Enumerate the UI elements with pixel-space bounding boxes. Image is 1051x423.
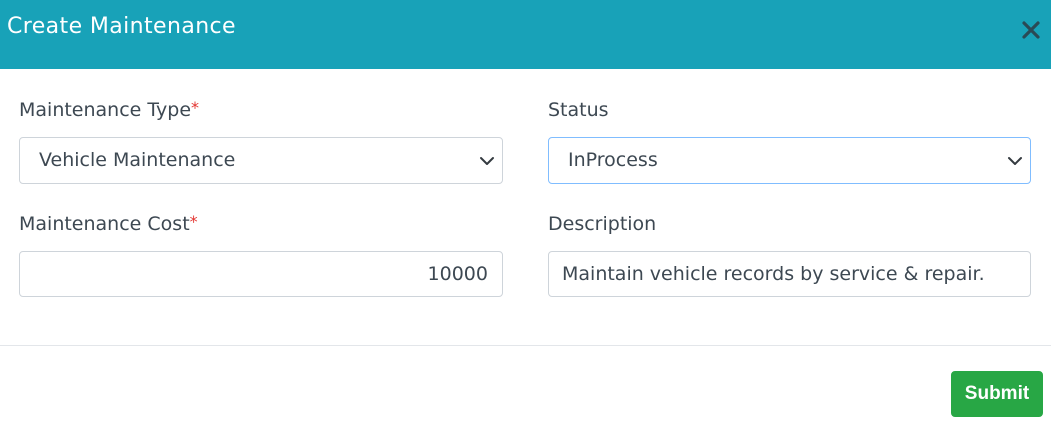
maintenance-type-select[interactable]: Vehicle Maintenance — [19, 137, 503, 184]
maintenance-cost-input[interactable]: 10000 — [19, 251, 503, 297]
close-icon — [1022, 21, 1040, 39]
maintenance-cost-value: 10000 — [427, 263, 488, 285]
modal-header: Create Maintenance — [0, 0, 1051, 69]
required-mark: * — [189, 212, 198, 231]
status-selected: InProcess — [568, 149, 658, 171]
close-button[interactable] — [1017, 16, 1045, 44]
status-select[interactable]: InProcess — [548, 137, 1031, 184]
footer-divider — [0, 345, 1051, 346]
maintenance-type-selected: Vehicle Maintenance — [39, 149, 236, 171]
submit-button[interactable]: Submit — [951, 371, 1043, 417]
required-mark: * — [191, 98, 200, 117]
description-value: Maintain vehicle records by service & re… — [562, 263, 985, 285]
maintenance-type-label-text: Maintenance Type — [19, 99, 192, 121]
modal-title: Create Maintenance — [7, 14, 236, 39]
maintenance-type-label: Maintenance Type* — [19, 98, 199, 122]
create-maintenance-modal: Create Maintenance Maintenance Type* Veh… — [0, 0, 1051, 423]
description-label: Description — [548, 213, 657, 235]
chevron-down-icon — [1008, 157, 1022, 165]
maintenance-cost-label-text: Maintenance Cost — [19, 213, 190, 235]
status-label: Status — [548, 99, 609, 121]
maintenance-cost-label: Maintenance Cost* — [19, 212, 198, 236]
description-input[interactable]: Maintain vehicle records by service & re… — [548, 251, 1031, 297]
chevron-down-icon — [480, 157, 494, 165]
